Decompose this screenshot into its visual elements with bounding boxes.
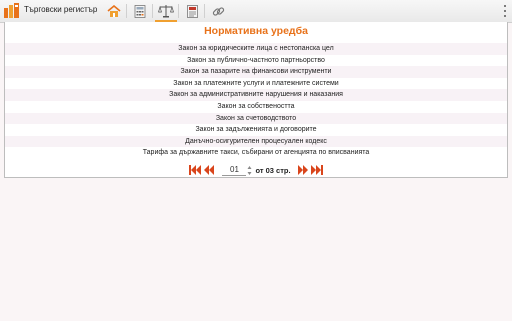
scales-icon — [158, 5, 174, 18]
next-page-icon — [297, 165, 308, 175]
spinner-arrows-icon — [247, 165, 252, 175]
document-button[interactable] — [181, 1, 203, 21]
app-logo-icon — [4, 3, 19, 18]
page-spinner[interactable] — [247, 165, 252, 176]
prev-page-button[interactable] — [202, 164, 216, 176]
list-item[interactable]: Тарифа за държавните такси, събирани от … — [5, 147, 507, 159]
home-icon — [107, 4, 121, 17]
top-toolbar: Търговски регистър — [0, 0, 512, 23]
overflow-menu-icon[interactable] — [503, 5, 507, 17]
legislation-panel: Нормативна уредба Закон за юридическите … — [4, 22, 508, 178]
list-item[interactable]: Закон за административните нарушения и н… — [5, 89, 507, 101]
list-item[interactable]: Закон за пазарите на финансови инструмен… — [5, 66, 507, 78]
calculator-button[interactable] — [129, 1, 151, 21]
legislation-button[interactable] — [155, 1, 177, 22]
list-item[interactable]: Данъчно-осигурителен процесуален кодекс — [5, 135, 507, 148]
toolbar-separator — [126, 4, 127, 18]
page-count-label: от 03 стр. — [255, 165, 291, 175]
list-item[interactable]: Закон за счетоводството — [5, 112, 507, 125]
list-item[interactable]: Закон за собствеността — [5, 100, 507, 113]
link-icon — [212, 6, 224, 16]
page-title: Нормативна уредба — [204, 25, 308, 37]
list-item[interactable]: Закон за задълженията и договорите — [5, 124, 507, 136]
app-title: Търговски регистър — [24, 5, 98, 14]
pager: от 03 стр. — [5, 164, 507, 176]
law-list: Закон за юридическите лица с нестопанска… — [5, 43, 507, 159]
links-button[interactable] — [207, 1, 229, 21]
last-page-button[interactable] — [310, 164, 324, 176]
list-item[interactable]: Закон за юридическите лица с нестопанска… — [5, 43, 507, 55]
page-number-input[interactable] — [222, 164, 247, 176]
list-item[interactable]: Закон за публично-частното партньорство — [5, 54, 507, 67]
calculator-icon — [134, 4, 146, 18]
list-item[interactable]: Закон за платежните услуги и платежните … — [5, 77, 507, 90]
first-page-icon — [188, 165, 201, 175]
toolbar-separator — [178, 4, 179, 18]
toolbar-separator — [204, 4, 205, 18]
home-button[interactable] — [103, 1, 125, 21]
first-page-button[interactable] — [188, 164, 202, 176]
prev-page-icon — [204, 165, 215, 175]
last-page-icon — [311, 165, 324, 175]
document-icon — [186, 4, 198, 18]
next-page-button[interactable] — [296, 164, 310, 176]
toolbar-separator — [152, 4, 153, 18]
